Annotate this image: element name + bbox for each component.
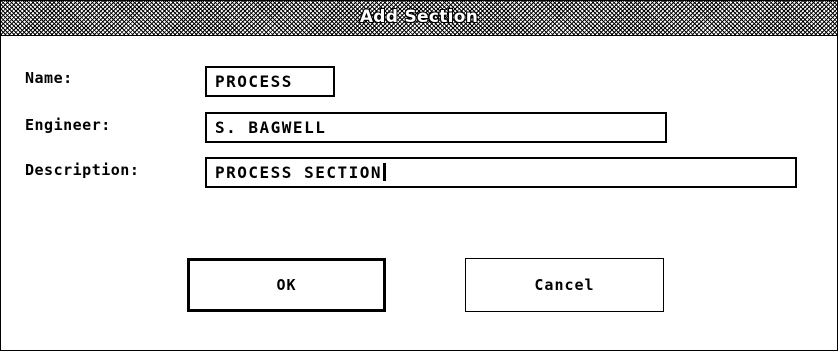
cancel-button[interactable]: Cancel: [465, 258, 664, 312]
text-cursor: [383, 163, 386, 181]
engineer-label: Engineer:: [25, 116, 111, 134]
add-section-dialog: Add Section Name: PROCESS Engineer: S. B…: [0, 0, 838, 351]
engineer-value: S. BAGWELL: [215, 118, 327, 137]
name-value: PROCESS: [215, 72, 293, 91]
cancel-button-label: Cancel: [534, 276, 595, 294]
description-field[interactable]: PROCESS SECTION: [205, 157, 797, 188]
name-label: Name:: [25, 69, 73, 87]
engineer-field[interactable]: S. BAGWELL: [205, 112, 667, 143]
description-value: PROCESS SECTION: [215, 163, 382, 182]
ok-button-label: OK: [276, 276, 297, 294]
description-label: Description:: [25, 161, 140, 179]
title-bar[interactable]: Add Section: [1, 1, 837, 36]
name-field[interactable]: PROCESS: [205, 66, 335, 97]
dialog-title: Add Section: [359, 7, 479, 27]
ok-button[interactable]: OK: [187, 258, 386, 312]
